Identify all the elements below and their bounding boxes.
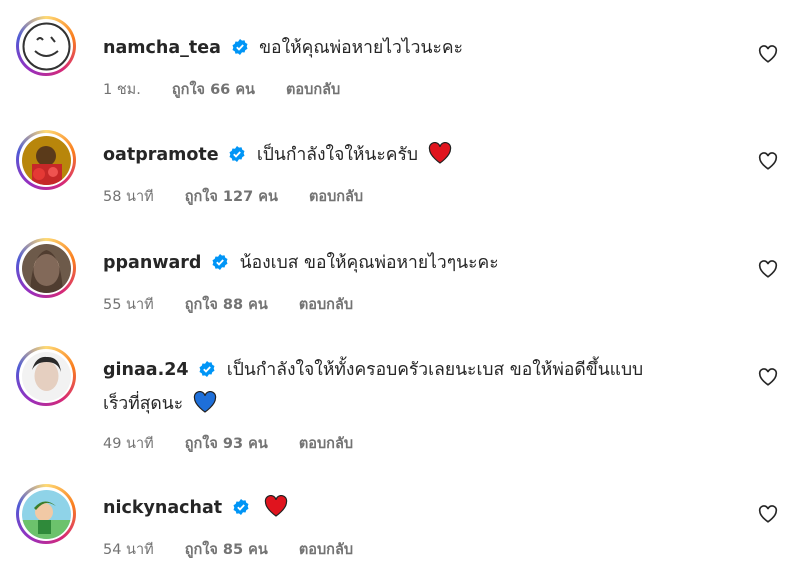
username[interactable]: nickynachat bbox=[103, 498, 222, 518]
comment-text: เป็นกำลังใจให้นะครับ bbox=[256, 145, 419, 165]
comment-text: น้องเบส ขอให้คุณพ่อหายไวๆนะคะ bbox=[239, 253, 499, 273]
heart-outline-icon[interactable] bbox=[758, 505, 778, 523]
user-photo bbox=[21, 135, 71, 185]
timestamp: 54 นาที bbox=[103, 542, 154, 558]
reply-button[interactable]: ตอบกลับ bbox=[299, 542, 353, 558]
like-count[interactable]: ถูกใจ 88 คน bbox=[185, 297, 268, 313]
heart-outline-icon[interactable] bbox=[758, 260, 778, 278]
user-photo bbox=[21, 243, 71, 293]
smiley-face-icon bbox=[21, 21, 71, 71]
username[interactable]: ppanward bbox=[103, 253, 201, 273]
cartoon-avatar bbox=[21, 489, 71, 539]
heart-outline-icon[interactable] bbox=[758, 368, 778, 386]
username[interactable]: namcha_tea bbox=[103, 38, 221, 58]
blue-heart-icon bbox=[193, 391, 216, 413]
avatar[interactable] bbox=[16, 346, 76, 406]
reply-button[interactable]: ตอบกลับ bbox=[286, 82, 340, 98]
verified-badge-icon bbox=[229, 146, 245, 162]
username[interactable]: ginaa.24 bbox=[103, 360, 189, 380]
like-count[interactable]: ถูกใจ 66 คน bbox=[172, 82, 255, 98]
username[interactable]: oatpramote bbox=[103, 145, 219, 165]
comment-text: เป็นกำลังใจให้ทั้งครอบครัวเลยนะเบส ขอให้… bbox=[226, 360, 644, 380]
verified-badge-icon bbox=[199, 361, 215, 377]
verified-badge-icon bbox=[233, 499, 249, 515]
heart-outline-icon[interactable] bbox=[758, 152, 778, 170]
red-heart-icon bbox=[428, 142, 451, 164]
reply-button[interactable]: ตอบกลับ bbox=[299, 297, 353, 313]
timestamp: 55 นาที bbox=[103, 297, 154, 313]
reply-button[interactable]: ตอบกลับ bbox=[309, 189, 363, 205]
red-heart-icon bbox=[265, 495, 288, 517]
verified-badge-icon bbox=[232, 39, 248, 55]
timestamp: 58 นาที bbox=[103, 189, 154, 205]
heart-outline-icon[interactable] bbox=[758, 45, 778, 63]
avatar[interactable] bbox=[16, 130, 76, 190]
avatar[interactable] bbox=[16, 238, 76, 298]
comment-text-continued: เร็วที่สุดนะ bbox=[103, 394, 184, 414]
avatar[interactable] bbox=[16, 484, 76, 544]
comment-text: ขอให้คุณพ่อหายไวไวนะคะ bbox=[259, 38, 463, 58]
timestamp: 1 ชม. bbox=[103, 82, 141, 98]
avatar[interactable] bbox=[16, 16, 76, 76]
like-count[interactable]: ถูกใจ 85 คน bbox=[185, 542, 268, 558]
verified-badge-icon bbox=[212, 254, 228, 270]
like-count[interactable]: ถูกใจ 93 คน bbox=[185, 436, 268, 452]
timestamp: 49 นาที bbox=[103, 436, 154, 452]
user-photo bbox=[21, 351, 71, 401]
like-count[interactable]: ถูกใจ 127 คน bbox=[185, 189, 278, 205]
reply-button[interactable]: ตอบกลับ bbox=[299, 436, 353, 452]
